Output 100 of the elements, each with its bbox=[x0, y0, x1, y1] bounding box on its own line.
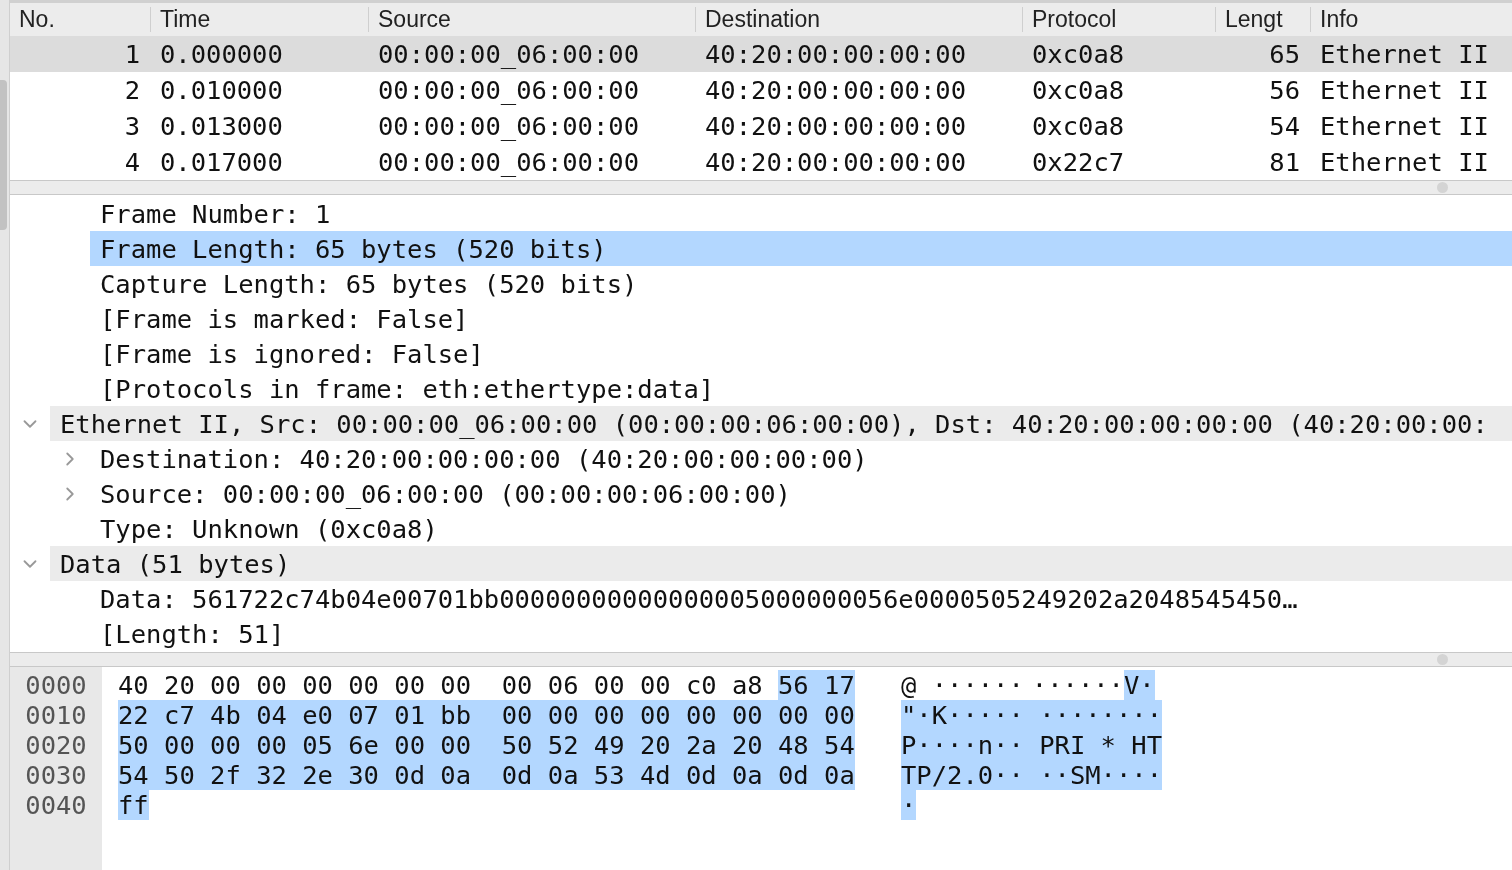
ascii-char[interactable]: · bbox=[931, 670, 947, 700]
hex-byte[interactable]: 56 bbox=[778, 670, 825, 700]
hex-byte[interactable]: 48 bbox=[778, 730, 825, 760]
ascii-char[interactable]: · bbox=[977, 670, 994, 700]
hex-byte[interactable]: 17 bbox=[824, 670, 855, 700]
hex-byte[interactable]: 00 bbox=[685, 700, 732, 730]
ascii-char[interactable]: · bbox=[1031, 670, 1048, 700]
hex-byte[interactable]: 2a bbox=[685, 730, 732, 760]
pane-splitter[interactable] bbox=[10, 180, 1512, 195]
hex-byte[interactable]: 52 bbox=[547, 730, 594, 760]
hex-byte[interactable]: 07 bbox=[348, 700, 395, 730]
ascii-char[interactable]: H bbox=[1131, 730, 1147, 760]
ascii-char[interactable]: · bbox=[993, 760, 1009, 790]
ascii-char[interactable]: · bbox=[1062, 670, 1078, 700]
hex-byte[interactable]: 00 bbox=[593, 700, 640, 730]
hex-byte[interactable]: 0d bbox=[501, 760, 548, 790]
hex-byte[interactable]: 54 bbox=[824, 730, 855, 760]
ascii-char[interactable]: · bbox=[1047, 670, 1063, 700]
ascii-char[interactable]: · bbox=[1131, 760, 1147, 790]
ascii-char[interactable]: · bbox=[1131, 700, 1147, 730]
tree-row[interactable]: Type: Unknown (0xc0a8) bbox=[90, 511, 1512, 546]
hex-byte[interactable]: c0 bbox=[685, 670, 717, 700]
hex-byte[interactable]: 50 bbox=[501, 730, 548, 760]
hex-byte[interactable]: 30 bbox=[348, 760, 395, 790]
tree-row[interactable]: [Frame is marked: False] bbox=[90, 301, 1512, 336]
pane-splitter[interactable] bbox=[10, 652, 1512, 667]
column-header[interactable]: No. bbox=[10, 7, 150, 32]
hex-byte[interactable]: a8 bbox=[731, 670, 763, 700]
tree-row[interactable]: Ethernet II, Src: 00:00:00_06:00:00 (00:00:00:06:00:00), Dst: 40:20:00:00:00:00 (40:20:00:00: bbox=[50, 406, 1512, 441]
ascii-char[interactable]: · bbox=[1093, 670, 1109, 700]
hex-byte[interactable]: 00 bbox=[593, 670, 625, 700]
tree-row[interactable]: Capture Length: 65 bytes (520 bits) bbox=[90, 266, 1512, 301]
hex-byte[interactable]: 20 bbox=[639, 730, 686, 760]
hex-byte[interactable]: 00 bbox=[256, 730, 303, 760]
tree-row[interactable]: Source: 00:00:00_06:00:00 (00:00:00:06:00:00) bbox=[90, 476, 1512, 511]
hex-byte[interactable]: 0d bbox=[685, 760, 732, 790]
column-header[interactable]: Destination bbox=[695, 7, 1022, 32]
hex-byte[interactable]: 00 bbox=[778, 700, 825, 730]
ascii-char[interactable]: · bbox=[993, 670, 1009, 700]
ascii-char[interactable]: · bbox=[947, 730, 963, 760]
hex-byte[interactable]: 0a bbox=[440, 760, 502, 790]
hex-byte[interactable]: 54 bbox=[118, 760, 165, 790]
hex-byte[interactable]: 0d bbox=[394, 760, 441, 790]
column-header[interactable]: Time bbox=[150, 7, 368, 32]
hex-byte[interactable]: 00 bbox=[639, 670, 671, 700]
hex-byte[interactable]: 00 bbox=[394, 730, 441, 760]
ascii-char[interactable]: · bbox=[993, 730, 1009, 760]
ascii-char[interactable]: · bbox=[916, 730, 932, 760]
hex-byte[interactable]: 2f bbox=[210, 760, 257, 790]
tree-row[interactable]: [Length: 51] bbox=[90, 616, 1512, 651]
hex-byte[interactable]: 00 bbox=[639, 700, 686, 730]
tree-row[interactable]: Frame Number: 1 bbox=[90, 196, 1512, 231]
ascii-char[interactable]: · bbox=[900, 790, 917, 820]
hex-byte[interactable]: 00 bbox=[501, 670, 533, 700]
ascii-char[interactable]: · bbox=[1008, 730, 1040, 760]
packet-row[interactable]: 1 0.000000 00:00:00_06:00:00 40:20:00:00:00:00 0xc0a8 65 Ethernet II bbox=[10, 36, 1512, 72]
ascii-char[interactable]: · bbox=[1008, 760, 1040, 790]
hex-byte[interactable]: 0a bbox=[824, 760, 855, 790]
hex-byte[interactable]: 50 bbox=[164, 760, 211, 790]
hex-byte[interactable]: 00 bbox=[256, 670, 287, 700]
scrollbar[interactable] bbox=[0, 0, 10, 870]
hex-byte[interactable]: 00 bbox=[501, 700, 548, 730]
hex-byte[interactable]: 4b bbox=[210, 700, 257, 730]
hex-byte[interactable]: 50 bbox=[118, 730, 165, 760]
hex-byte[interactable]: 04 bbox=[256, 700, 303, 730]
ascii-char[interactable]: T bbox=[900, 760, 917, 790]
hex-byte[interactable]: e0 bbox=[302, 700, 349, 730]
ascii-char[interactable]: · bbox=[947, 670, 963, 700]
hex-byte[interactable]: 40 bbox=[118, 670, 149, 700]
hex-byte[interactable]: 20 bbox=[164, 670, 195, 700]
hex-byte[interactable]: 00 bbox=[210, 670, 241, 700]
ascii-char[interactable]: · bbox=[1008, 700, 1040, 730]
ascii-char[interactable]: · bbox=[1039, 760, 1055, 790]
ascii-char[interactable]: · bbox=[962, 670, 978, 700]
column-header[interactable]: Lengt bbox=[1215, 7, 1310, 32]
hex-byte[interactable]: ff bbox=[118, 790, 149, 820]
ascii-char[interactable]: · bbox=[1108, 670, 1124, 700]
hex-byte[interactable]: 0a bbox=[547, 760, 594, 790]
tree-row[interactable]: Data: 561722c74b04e00701bb00000000000000005000000056e0000505249202a2048545450… bbox=[90, 581, 1512, 616]
ascii-char[interactable]: · bbox=[1008, 670, 1024, 700]
column-header[interactable]: Source bbox=[368, 7, 695, 32]
tree-row[interactable]: Frame Length: 65 bytes (520 bits) bbox=[90, 231, 1512, 266]
hex-byte[interactable]: 00 bbox=[440, 730, 502, 760]
ascii-char[interactable]: · bbox=[962, 700, 978, 730]
ascii-char[interactable]: @ bbox=[900, 670, 917, 700]
ascii-char[interactable]: . bbox=[962, 760, 978, 790]
hex-byte[interactable]: 32 bbox=[256, 760, 303, 790]
tree-row[interactable]: [Frame is ignored: False] bbox=[90, 336, 1512, 371]
hex-byte[interactable]: 00 bbox=[348, 670, 379, 700]
hex-byte[interactable]: 00 bbox=[210, 730, 257, 760]
hex-byte[interactable]: 00 bbox=[547, 700, 594, 730]
ascii-char[interactable]: · bbox=[1139, 670, 1155, 700]
tree-row[interactable]: Destination: 40:20:00:00:00:00 (40:20:00:00:00:00) bbox=[90, 441, 1512, 476]
column-header[interactable]: Info bbox=[1310, 7, 1512, 32]
hex-byte[interactable]: 20 bbox=[731, 730, 778, 760]
hex-byte[interactable]: 05 bbox=[302, 730, 349, 760]
hex-byte[interactable]: 00 bbox=[731, 700, 778, 730]
hex-byte[interactable]: 4d bbox=[639, 760, 686, 790]
hex-byte[interactable]: 00 bbox=[302, 670, 333, 700]
hex-byte[interactable]: 0a bbox=[731, 760, 778, 790]
